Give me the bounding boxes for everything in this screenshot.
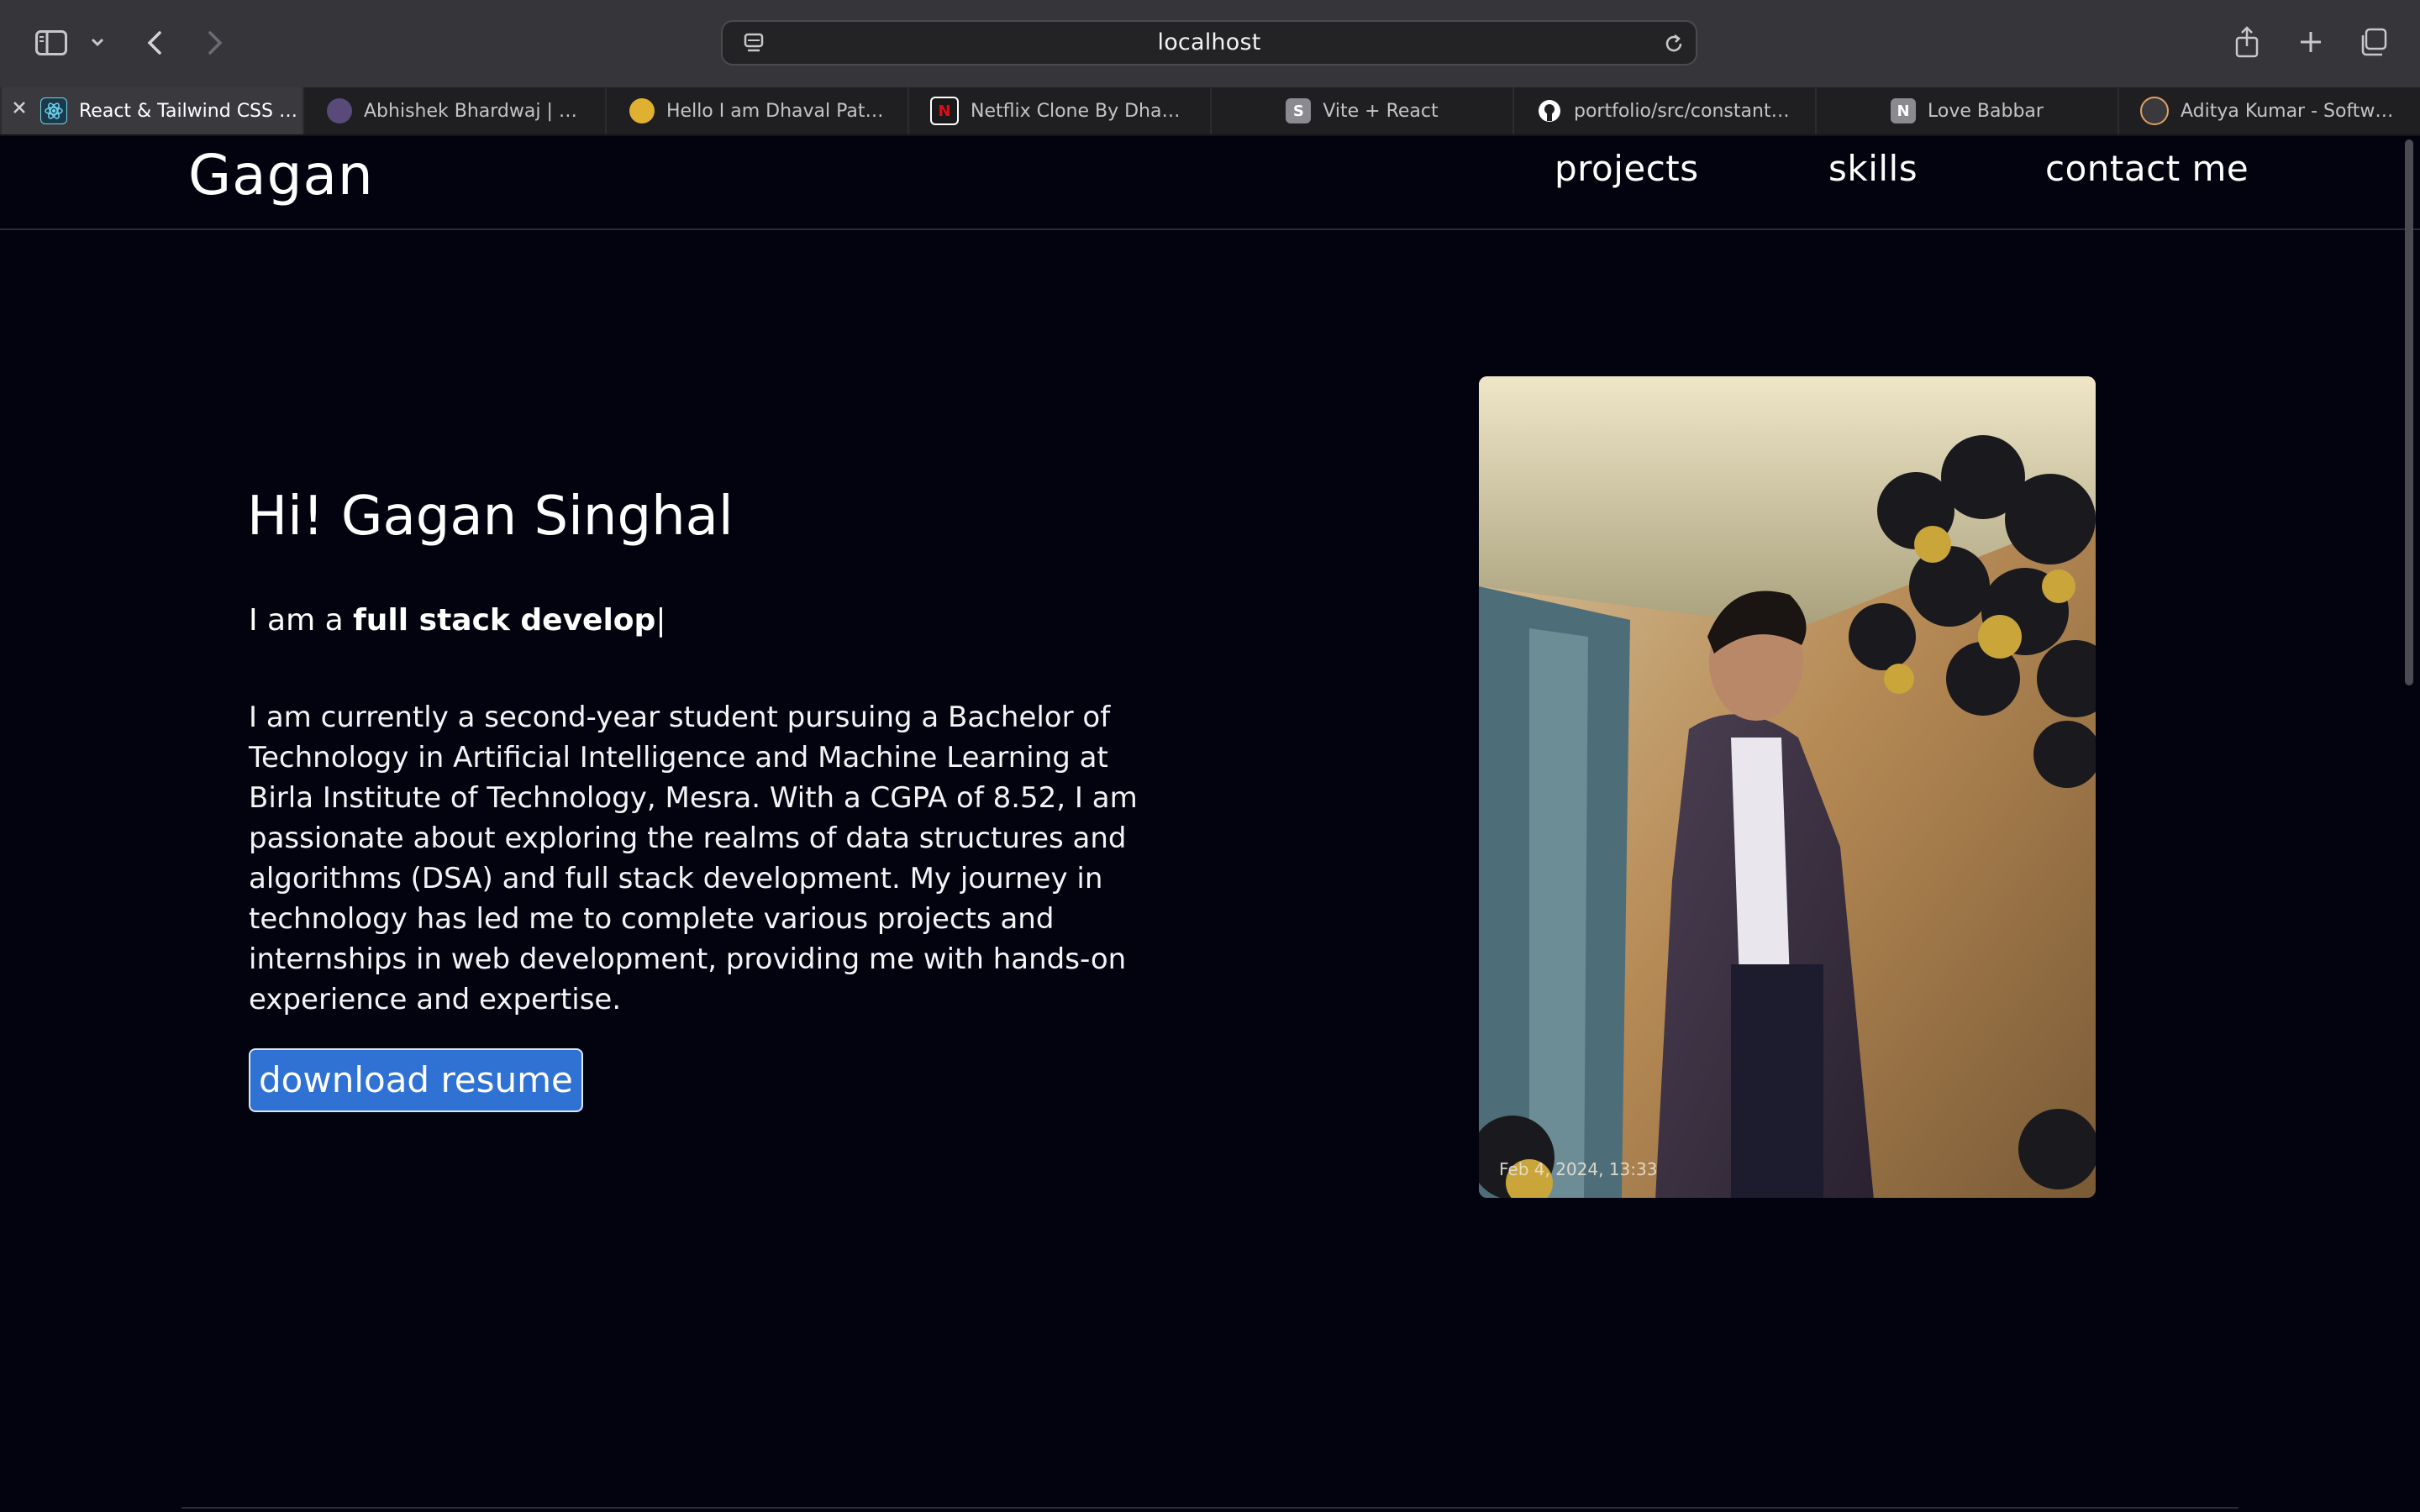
tab-title: Love Babbar (1928, 100, 2044, 122)
address-bar[interactable]: localhost (721, 20, 1697, 66)
nav-link-contact[interactable]: contact me (2045, 148, 2249, 189)
tab-title: React & Tailwind CSS S... (79, 100, 297, 122)
share-icon[interactable] (2232, 24, 2262, 60)
tab-github[interactable]: portfolio/src/constants... (1512, 87, 1815, 134)
avatar-icon (2140, 97, 2169, 125)
letter-s-icon: S (1286, 98, 1312, 123)
new-tab-icon[interactable] (2294, 25, 2328, 59)
reload-icon[interactable] (1662, 32, 1686, 55)
site-logo[interactable]: Gagan (188, 143, 374, 207)
tab-title: Hello I am Dhaval Patel... (666, 100, 885, 122)
browser-toolbar: localhost (0, 0, 2420, 87)
nav-link-projects[interactable]: projects (1555, 148, 1699, 189)
photo-timestamp: Feb 4, 2024, 13:33 (1499, 1159, 1658, 1179)
page-scrollbar[interactable] (2405, 139, 2413, 685)
back-icon[interactable] (141, 25, 168, 60)
chevron-down-icon[interactable] (87, 32, 108, 52)
nav-link-skills[interactable]: skills (1828, 148, 1918, 189)
tab-vite[interactable]: S Vite + React (1210, 87, 1512, 134)
site-navbar: Gagan projects skills contact me (0, 136, 2420, 230)
tab-title: Netflix Clone By Dhava... (971, 100, 1189, 122)
close-icon[interactable] (12, 99, 27, 120)
download-resume-button[interactable]: download resume (249, 1048, 583, 1112)
section-divider (182, 1507, 2238, 1509)
profile-photo-image (1479, 376, 2096, 1198)
tab-title: Aditya Kumar - Softwar... (2181, 100, 2399, 122)
tab-netflix[interactable]: N Netflix Clone By Dhava... (908, 87, 1210, 134)
forward-icon[interactable] (202, 25, 229, 60)
avatar-icon (629, 98, 655, 123)
hero-tagline: I am a full stack develop| (249, 603, 666, 638)
sidebar-toggle-icon[interactable] (34, 25, 69, 60)
typing-cursor: | (655, 603, 666, 638)
avatar-icon (327, 98, 352, 123)
netflix-icon: N (930, 97, 959, 125)
hero-bio: I am currently a second-year student pur… (249, 701, 1138, 1016)
letter-n-icon: N (1891, 98, 1917, 123)
url-text[interactable]: localhost (723, 22, 1696, 64)
typed-role: full stack develop (353, 603, 656, 638)
tab-overview-icon[interactable] (2356, 25, 2390, 59)
tab-title: Abhishek Bhardwaj | R... (364, 100, 582, 122)
tagline-prefix: I am a (249, 603, 354, 638)
react-icon (40, 97, 67, 124)
tab-title: portfolio/src/constants... (1574, 100, 1792, 122)
tab-title: Vite + React (1323, 100, 1439, 122)
tab-react-tailwind[interactable]: React & Tailwind CSS S... (0, 87, 302, 134)
tab-aditya[interactable]: Aditya Kumar - Softwar... (2118, 87, 2420, 134)
hero-greeting: Hi! Gagan Singhal (247, 486, 734, 548)
profile-photo: Feb 4, 2024, 13:33 (1479, 376, 2096, 1198)
tab-love-babbar[interactable]: N Love Babbar (1815, 87, 2118, 134)
tab-abhishek[interactable]: Abhishek Bhardwaj | R... (302, 87, 605, 134)
tab-strip: React & Tailwind CSS S... Abhishek Bhard… (0, 87, 2420, 136)
github-icon (1537, 98, 1562, 123)
tab-dhaval[interactable]: Hello I am Dhaval Patel... (605, 87, 908, 134)
